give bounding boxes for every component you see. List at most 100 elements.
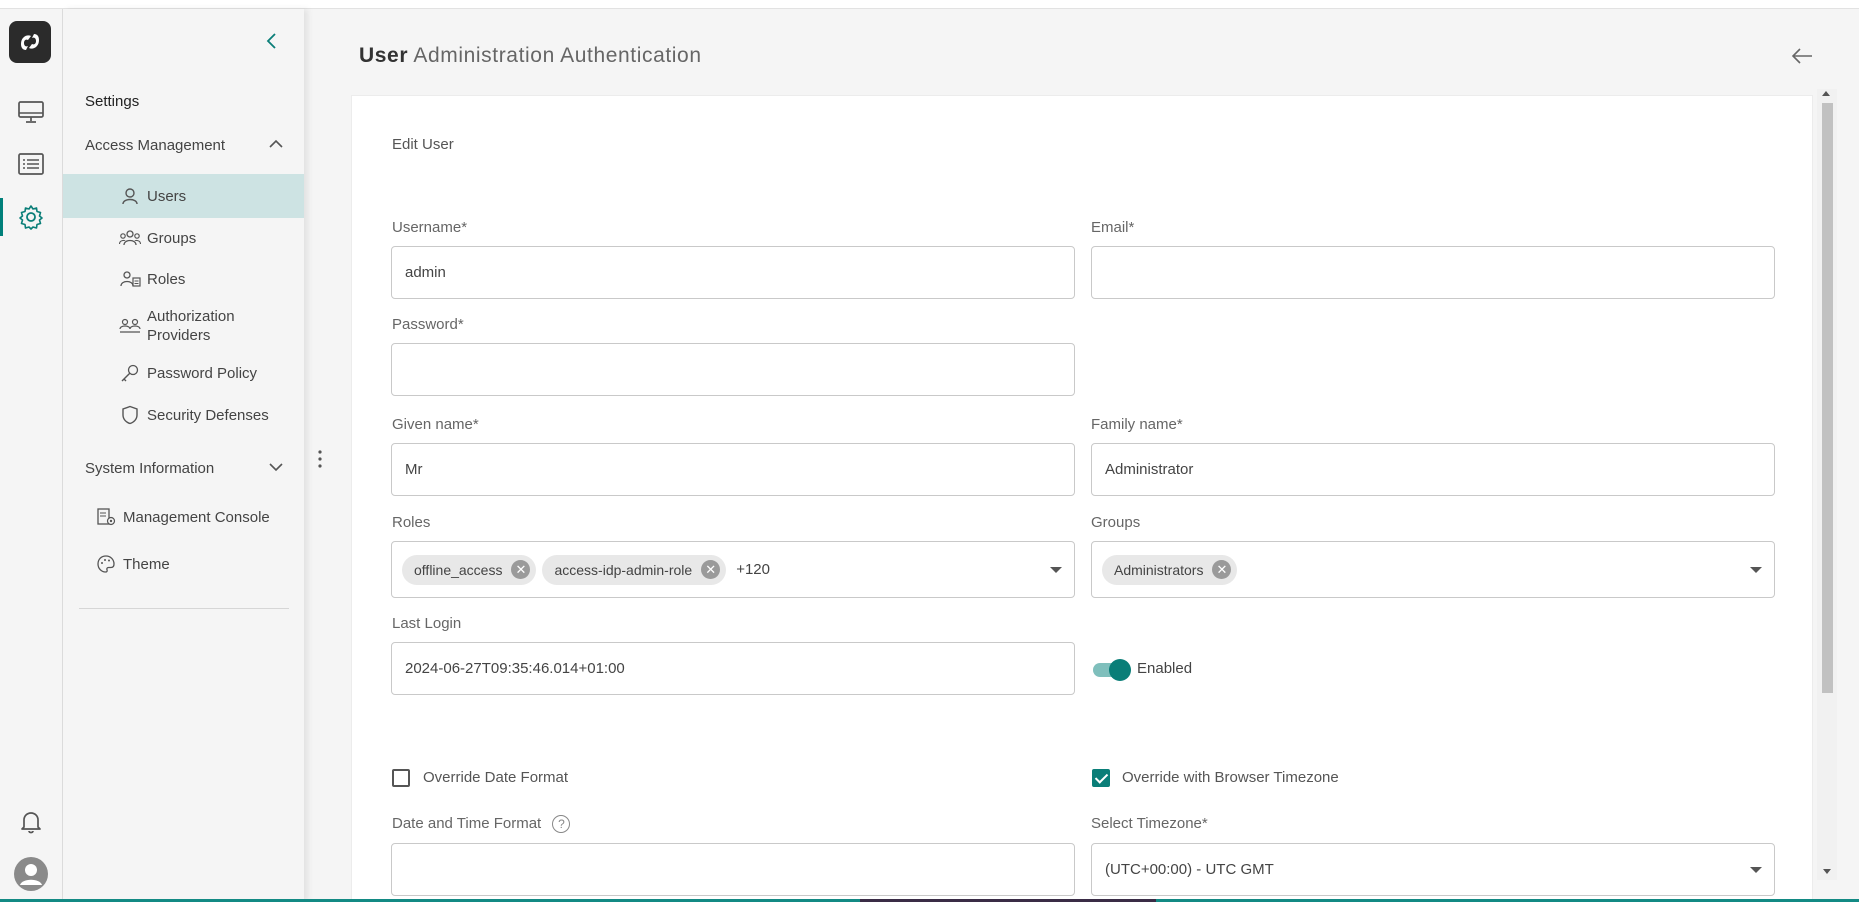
logo-icon <box>21 34 39 50</box>
sidebar-divider <box>79 608 289 609</box>
username-field[interactable] <box>391 246 1075 299</box>
sidebar-item-roles[interactable]: Roles <box>63 259 304 299</box>
email-field[interactable] <box>1091 246 1775 299</box>
roles-select[interactable]: offline_access ✕ access-idp-admin-role ✕… <box>391 541 1075 598</box>
given-name-label: Given name* <box>392 416 479 433</box>
date-time-format-label-row: Date and Time Format ? <box>392 815 571 834</box>
top-strip <box>0 0 1859 9</box>
email-label: Email* <box>1091 219 1135 236</box>
groups-label: Groups <box>1091 514 1141 531</box>
sidebar-title: Settings <box>85 93 140 110</box>
monitor-icon <box>18 101 44 123</box>
timezone-select[interactable]: (UTC+00:00) - UTC GMT <box>1091 843 1775 896</box>
sidebar-item-label: Security Defenses <box>147 406 269 424</box>
override-date-format-label: Override Date Format <box>423 769 569 786</box>
sidebar-item-authorization-providers[interactable]: Authorization Providers <box>63 301 304 351</box>
sidebar-item-password-policy[interactable]: Password Policy <box>63 353 304 393</box>
sidebar-item-security-defenses[interactable]: Security Defenses <box>63 395 304 435</box>
app-logo[interactable] <box>9 21 51 63</box>
card-title: Edit User <box>392 136 454 153</box>
key-icon <box>119 363 141 383</box>
role-chip-label: offline_access <box>414 561 503 578</box>
sidebar-item-groups[interactable]: Groups <box>63 218 304 258</box>
collapse-sidebar-button[interactable] <box>259 29 283 53</box>
username-input[interactable] <box>405 264 1074 281</box>
override-date-format-checkbox[interactable] <box>392 769 410 787</box>
authorization-providers-icon <box>119 316 141 336</box>
timezone-label: Select Timezone* <box>1091 815 1208 832</box>
password-label: Password* <box>392 316 464 333</box>
bell-icon <box>21 812 41 834</box>
sidebar-item-theme[interactable]: Theme <box>63 544 304 584</box>
settings-nav-button[interactable] <box>0 194 62 240</box>
role-chip-label: access-idp-admin-role <box>554 561 693 578</box>
palette-icon <box>95 554 117 574</box>
section-label: System Information <box>85 459 215 477</box>
page-title-rest: Administration Authentication <box>413 44 702 67</box>
override-browser-timezone-label: Override with Browser Timezone <box>1122 769 1339 786</box>
date-time-format-label: Date and Time Format <box>392 815 542 832</box>
enabled-label: Enabled <box>1137 660 1193 677</box>
sidebar-item-label: Groups <box>147 229 197 247</box>
remove-chip-icon[interactable]: ✕ <box>1212 560 1232 579</box>
last-login-label: Last Login <box>392 615 462 632</box>
role-chip: access-idp-admin-role ✕ <box>542 554 727 585</box>
help-icon[interactable]: ? <box>552 815 571 834</box>
roles-icon <box>119 269 141 289</box>
chevron-left-icon <box>266 33 276 49</box>
roles-more-count: +120 <box>736 561 770 578</box>
password-field[interactable] <box>391 343 1075 396</box>
given-name-field[interactable] <box>391 443 1075 496</box>
sidebar-item-label: Management Console <box>123 508 270 526</box>
family-name-input[interactable] <box>1105 461 1774 478</box>
groups-icon <box>119 228 141 248</box>
remove-chip-icon[interactable]: ✕ <box>511 560 531 579</box>
notifications-button[interactable] <box>0 799 62 845</box>
chevron-down-icon <box>269 463 283 472</box>
monitor-nav-button[interactable] <box>0 89 62 135</box>
caret-down-icon[interactable] <box>1050 566 1062 573</box>
date-time-format-field[interactable] <box>391 843 1075 896</box>
sidebar-item-label: Users <box>147 187 187 205</box>
sidebar-item-management-console[interactable]: Management Console <box>63 497 304 537</box>
sidebar-item-label: Roles <box>147 270 186 288</box>
list-nav-button[interactable] <box>0 141 62 187</box>
user-avatar-button[interactable] <box>0 851 62 897</box>
settings-sidebar: Settings Access Management Users Groups … <box>63 9 304 902</box>
timezone-value: (UTC+00:00) - UTC GMT <box>1105 861 1274 878</box>
scroll-up-arrow[interactable] <box>1822 91 1830 96</box>
user-icon <box>119 186 141 206</box>
remove-chip-icon[interactable]: ✕ <box>701 560 721 579</box>
content-scrollbar[interactable] <box>1817 89 1837 880</box>
override-browser-timezone-checkbox[interactable] <box>1092 769 1110 787</box>
family-name-label: Family name* <box>1091 416 1183 433</box>
caret-down-icon[interactable] <box>1750 866 1762 873</box>
caret-down-icon[interactable] <box>1750 566 1762 573</box>
section-system-information[interactable]: System Information <box>63 450 304 486</box>
section-access-management[interactable]: Access Management <box>63 127 304 163</box>
password-input[interactable] <box>405 361 1074 378</box>
groups-select[interactable]: Administrators ✕ <box>1091 541 1775 598</box>
sidebar-item-label: Theme <box>123 555 170 573</box>
sidebar-resize-handle[interactable] <box>316 448 324 470</box>
enabled-toggle[interactable] <box>1091 659 1131 681</box>
scroll-down-arrow[interactable] <box>1823 869 1831 874</box>
back-button[interactable] <box>1790 46 1814 66</box>
group-chip-label: Administrators <box>1114 561 1204 578</box>
list-icon <box>18 153 44 175</box>
last-login-field[interactable] <box>391 642 1075 695</box>
family-name-field[interactable] <box>1091 443 1775 496</box>
given-name-input[interactable] <box>405 461 1074 478</box>
email-input[interactable] <box>1105 264 1774 281</box>
scroll-thumb[interactable] <box>1822 103 1833 693</box>
last-login-input[interactable] <box>405 660 1074 677</box>
arrow-left-icon <box>1791 48 1812 64</box>
section-label: Access Management <box>85 136 226 154</box>
sidebar-item-users[interactable]: Users <box>63 174 304 218</box>
group-chip: Administrators ✕ <box>1102 554 1238 585</box>
shield-icon <box>119 405 141 425</box>
management-console-icon <box>95 507 117 527</box>
sidebar-item-label: Authorization Providers <box>147 308 235 344</box>
vertical-dots-icon <box>318 450 322 468</box>
date-time-format-input[interactable] <box>405 861 1074 878</box>
